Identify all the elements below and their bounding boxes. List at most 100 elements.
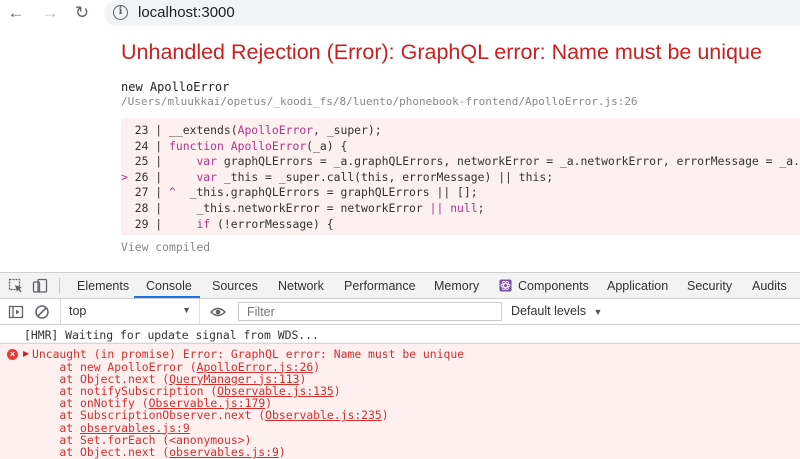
tab-memory[interactable]: Memory <box>434 279 479 293</box>
filter-input[interactable]: Filter <box>238 302 502 321</box>
code-text: __extends( <box>169 123 238 137</box>
show-sidebar-icon[interactable] <box>8 304 24 320</box>
console-toolbar: top ▼ Filter Default levels ▼ <box>0 299 800 325</box>
error-file-path[interactable]: /Users/mluukkai/opetus/_koodi_fs/8/luent… <box>121 95 638 108</box>
clear-console-icon[interactable] <box>34 304 50 320</box>
line-marker <box>121 139 128 153</box>
code-line: 27 | ^ _this.graphQLErrors = graphQLErro… <box>121 184 478 200</box>
log-message-error: × ▶ Uncaught (in promise) Error: GraphQL… <box>0 343 800 459</box>
expand-triangle-icon[interactable]: ▶ <box>23 349 29 358</box>
info-icon[interactable]: i <box>113 5 128 20</box>
dropdown-arrow-icon: ▼ <box>182 305 191 315</box>
console-output: [HMR] Waiting for update signal from WDS… <box>0 325 800 459</box>
stack-frame: at notifySubscription (Observable.js:135… <box>32 383 341 398</box>
stack-frame: at new ApolloError (ApolloError.js:26) <box>32 361 320 373</box>
line-separator: | <box>148 169 170 184</box>
line-marker <box>121 217 128 231</box>
code-keyword: ApolloError <box>237 123 314 137</box>
browser-toolbar: ← → ↻ i localhost:3000 <box>0 0 800 28</box>
url-text: localhost:3000 <box>138 4 235 21</box>
source-link[interactable]: Observable.js:235 <box>265 408 382 422</box>
code-keyword: var <box>196 154 218 169</box>
code-text: _this.graphQLErrors = graphQLErrors || [… <box>175 185 478 200</box>
code-line: 24 | function ApolloError(_a) { <box>121 138 348 154</box>
line-separator: | <box>148 154 170 169</box>
code-frame: 23 | __extends(ApolloError, _super); 24 … <box>121 118 800 235</box>
filter-placeholder: Filter <box>247 305 275 319</box>
log-levels-dropdown[interactable]: Default levels ▼ <box>511 304 602 318</box>
forward-arrow-icon[interactable]: → <box>38 2 62 24</box>
code-text: , _super); <box>313 123 382 137</box>
line-number: 24 <box>134 138 149 153</box>
source-link[interactable]: observables.js:9 <box>169 445 279 459</box>
tab-elements[interactable]: Elements <box>77 279 129 293</box>
error-origin: new ApolloError <box>121 80 230 94</box>
code-text: (!errorMessage) { <box>210 216 334 231</box>
line-marker <box>121 154 128 168</box>
levels-arrow-icon: ▼ <box>593 307 603 317</box>
device-toolbar-icon[interactable] <box>32 278 48 294</box>
stack-frame: at Set.forEach (<anonymous>) <box>32 434 251 446</box>
code-keyword: var <box>196 169 218 184</box>
stack-frame: at onNotify (Observable.js:179) <box>32 397 272 409</box>
address-bar[interactable]: i localhost:3000 <box>104 0 800 26</box>
code-line: 25 | var graphQLErrors = _a.graphQLError… <box>121 153 800 169</box>
code-keyword: if <box>196 216 211 231</box>
inspect-element-icon[interactable] <box>8 278 24 294</box>
line-marker: > <box>121 169 128 184</box>
react-components-icon <box>499 279 512 292</box>
line-marker <box>121 201 128 215</box>
line-number: 25 <box>134 154 149 169</box>
tab-network[interactable]: Network <box>278 279 324 293</box>
line-separator: | <box>148 138 170 153</box>
stack-frame-text: at Object.next ( <box>32 444 170 459</box>
info-message-text: [HMR] Waiting for update signal from WDS… <box>24 328 319 342</box>
line-number: 27 <box>134 185 149 200</box>
stack-frame-text: ) <box>278 444 286 459</box>
code-text: ; <box>477 201 485 215</box>
code-line: 23 | __extends(ApolloError, _super); <box>121 122 382 138</box>
stack-frame-text: ) <box>333 383 341 398</box>
stack-frame: at observables.js:9 <box>32 422 189 434</box>
stack-frame-text: ) <box>313 359 321 374</box>
code-text: _this.networkError = networkError <box>169 201 430 215</box>
view-compiled-link[interactable]: View compiled <box>121 240 210 254</box>
code-line: 28 | _this.networkError = networkError |… <box>121 200 485 216</box>
back-arrow-icon[interactable]: ← <box>4 2 28 24</box>
line-separator: | <box>148 185 170 200</box>
code-line: 29 | if (!errorMessage) { <box>121 216 334 232</box>
stack-frame: at Object.next (observables.js:9) <box>32 444 286 459</box>
line-number: 23 <box>134 123 149 137</box>
tab-console[interactable]: Console <box>146 279 192 293</box>
context-selector[interactable]: top ▼ <box>60 299 200 324</box>
reload-icon[interactable]: ↻ <box>70 2 94 24</box>
tab-security[interactable]: Security <box>687 279 732 293</box>
log-message-info: [HMR] Waiting for update signal from WDS… <box>0 325 800 343</box>
code-line: > 26 | var _this = _super.call(this, err… <box>121 169 553 185</box>
live-expression-eye-icon[interactable] <box>210 305 226 319</box>
line-number: 29 <box>134 216 149 231</box>
line-separator: | <box>148 201 170 215</box>
tab-sources[interactable]: Sources <box>212 279 258 293</box>
tab-application[interactable]: Application <box>607 279 668 293</box>
code-text: _this = _super.call(this, errorMessage) … <box>217 169 554 184</box>
code-text: (_a) { <box>306 138 348 153</box>
error-message-text: Uncaught (in promise) Error: GraphQL err… <box>32 347 465 361</box>
stack-frame: at Object.next (QueryManager.js:113) <box>32 373 306 385</box>
tab-performance[interactable]: Performance <box>344 279 416 293</box>
tab-audits[interactable]: Audits <box>752 279 787 293</box>
stack-frame: at SubscriptionObserver.next (Observable… <box>32 408 388 422</box>
error-overlay: Unhandled Rejection (Error): GraphQL err… <box>0 28 800 272</box>
line-separator: | <box>148 216 170 231</box>
error-icon: × <box>7 349 18 360</box>
line-number: 26 <box>134 169 149 184</box>
line-separator: | <box>148 123 170 137</box>
devtools-panel: Elements Console Sources Network Perform… <box>0 272 800 459</box>
log-levels-label: Default levels <box>511 304 587 318</box>
error-title: Unhandled Rejection (Error): GraphQL err… <box>121 40 762 64</box>
tab-components[interactable]: Components <box>518 279 589 293</box>
devtools-tabbar: Elements Console Sources Network Perform… <box>0 273 800 299</box>
line-number: 28 <box>134 201 149 215</box>
